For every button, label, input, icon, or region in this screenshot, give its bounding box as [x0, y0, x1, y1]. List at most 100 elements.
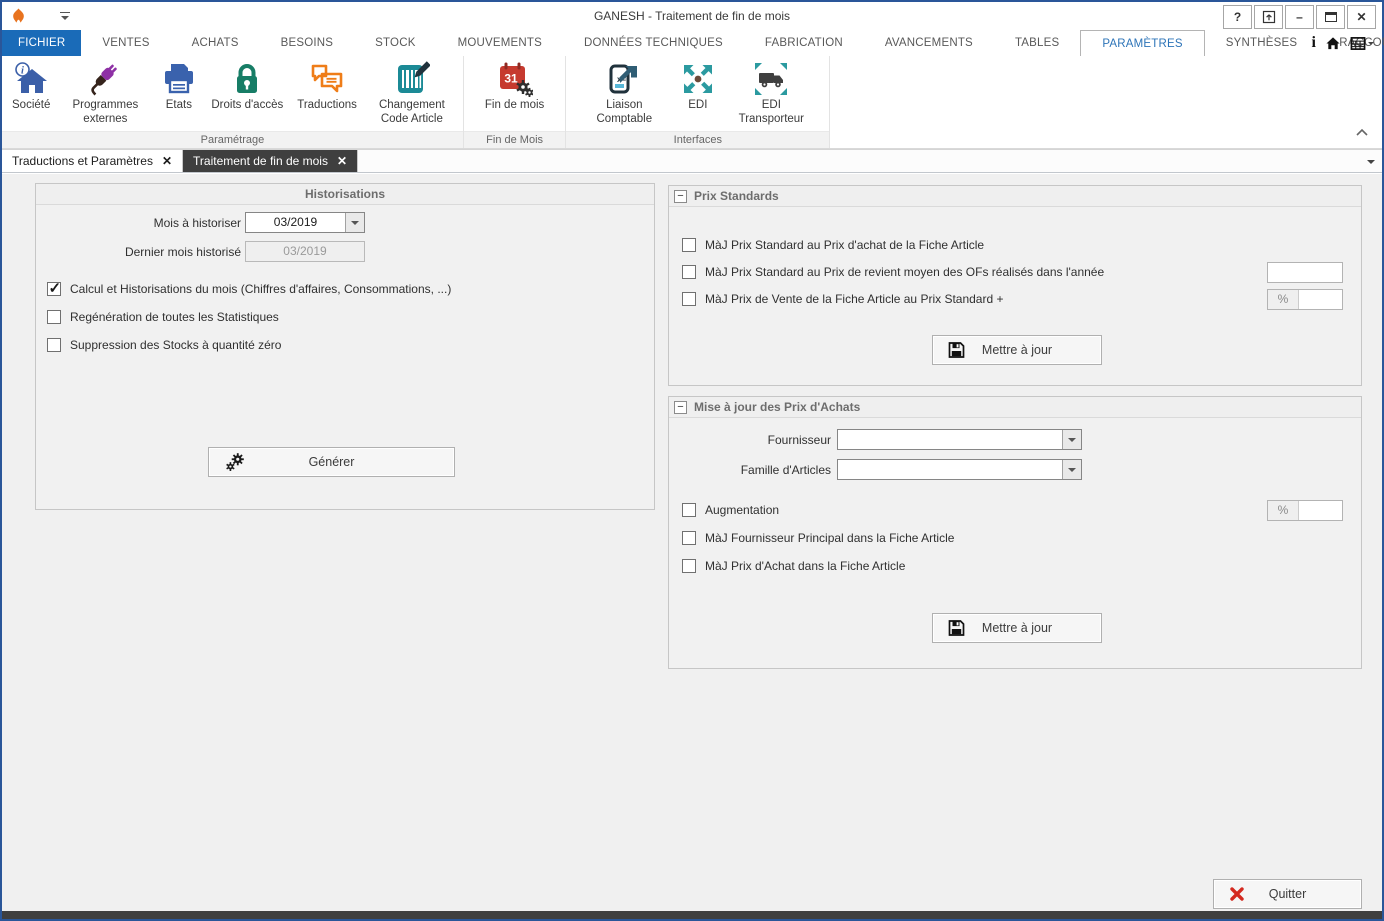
- title-bar: GANESH - Traitement de fin de mois ? – ✕: [2, 2, 1382, 30]
- ribbon-button-traductions[interactable]: Traductions: [290, 58, 364, 113]
- maj-prix-standard-achat-checkbox-row[interactable]: MàJ Prix Standard au Prix d'achat de la …: [682, 238, 984, 252]
- doc-tab-traitement-fin-de-mois[interactable]: Traitement de fin de mois ✕: [183, 150, 358, 172]
- ribbon-button-societe[interactable]: i Société: [5, 58, 57, 113]
- ribbon-button-label: Fin de mois: [485, 99, 544, 113]
- ribbon-button-etats[interactable]: Etats: [153, 58, 204, 113]
- prix-achats-panel: − Mise à jour des Prix d'Achats Fourniss…: [668, 396, 1362, 669]
- prix-revient-annee-input[interactable]: [1267, 262, 1343, 283]
- augmentation-percent-input[interactable]: [1299, 501, 1342, 520]
- checkbox[interactable]: [682, 238, 696, 252]
- checkbox[interactable]: [682, 265, 696, 279]
- ribbon-button-programmes-externes[interactable]: Programmes externes: [57, 58, 153, 127]
- calculator-menu-button[interactable]: [1350, 36, 1374, 51]
- maj-fournisseur-principal-checkbox-row[interactable]: MàJ Fournisseur Principal dans la Fiche …: [682, 531, 954, 545]
- tab-parametres[interactable]: PARAMÈTRES: [1080, 30, 1204, 56]
- checkbox-label: MàJ Fournisseur Principal dans la Fiche …: [705, 531, 954, 545]
- ribbon-button-fin-de-mois[interactable]: 31 Fin de mois: [478, 58, 551, 113]
- tab-fabrication[interactable]: FABRICATION: [744, 30, 864, 56]
- padlock-icon: [229, 60, 266, 97]
- help-button[interactable]: ?: [1223, 5, 1252, 29]
- svg-text:i: i: [21, 65, 24, 76]
- percent-label: %: [1268, 501, 1299, 520]
- chevron-down-icon: [1368, 42, 1374, 48]
- prix-vente-percent-input[interactable]: [1299, 290, 1342, 309]
- quitter-button[interactable]: Quitter: [1213, 879, 1362, 909]
- ribbon-button-label: Etats: [166, 99, 192, 113]
- famille-articles-value: [838, 460, 1062, 479]
- calendar-gears-icon: 31: [496, 60, 533, 97]
- checkbox[interactable]: [682, 531, 696, 545]
- pin-window-button[interactable]: [1254, 5, 1283, 29]
- collapse-panel-button[interactable]: −: [674, 190, 687, 203]
- mois-a-historiser-combobox[interactable]: 03/2019: [245, 212, 365, 233]
- ribbon-group-parametrage: i Société Programmes externes Etats: [2, 56, 464, 148]
- combobox-dropdown-button[interactable]: [1062, 430, 1081, 449]
- doc-tab-label: Traitement de fin de mois: [193, 154, 328, 168]
- tab-list-dropdown-icon[interactable]: [1367, 160, 1375, 168]
- doc-tab-traductions-parametres[interactable]: Traductions et Paramètres ✕: [2, 150, 183, 172]
- info-icon[interactable]: i: [1312, 34, 1316, 52]
- tab-stock[interactable]: STOCK: [354, 30, 436, 56]
- checkbox[interactable]: [47, 282, 61, 296]
- tab-achats[interactable]: ACHATS: [171, 30, 260, 56]
- home-icon[interactable]: [1325, 36, 1341, 51]
- ribbon-collapse-chevron-icon[interactable]: [1356, 128, 1368, 136]
- menu-tab-bar: FICHIER VENTES ACHATS BESOINS STOCK MOUV…: [2, 30, 1382, 56]
- maj-prix-achat-checkbox-row[interactable]: MàJ Prix d'Achat dans la Fiche Article: [682, 559, 905, 573]
- maj-prix-standard-revient-checkbox-row[interactable]: MàJ Prix Standard au Prix de revient moy…: [682, 265, 1104, 279]
- ribbon: i Société Programmes externes Etats: [2, 56, 1382, 149]
- mettre-a-jour-button-label: Mettre à jour: [982, 621, 1052, 635]
- gears-icon: [224, 451, 246, 473]
- tab-tables[interactable]: TABLES: [994, 30, 1080, 56]
- close-tab-icon[interactable]: ✕: [337, 154, 347, 168]
- ribbon-button-label: EDI Transporteur: [730, 99, 812, 127]
- famille-articles-combobox[interactable]: [837, 459, 1082, 480]
- prix-achats-mettre-a-jour-button[interactable]: Mettre à jour: [932, 613, 1102, 643]
- calcul-historisations-checkbox-row[interactable]: Calcul et Historisations du mois (Chiffr…: [47, 282, 451, 296]
- quitter-button-label: Quitter: [1269, 887, 1307, 901]
- window-title: GANESH - Traitement de fin de mois: [594, 9, 790, 23]
- maj-prix-vente-checkbox-row[interactable]: MàJ Prix de Vente de la Fiche Article au…: [682, 292, 1004, 306]
- checkbox-label: Suppression des Stocks à quantité zéro: [70, 338, 281, 352]
- tab-fichier[interactable]: FICHIER: [2, 30, 81, 56]
- checkbox[interactable]: [682, 559, 696, 573]
- regeneration-statistiques-checkbox-row[interactable]: Regénération de toutes les Statistiques: [47, 310, 279, 324]
- combobox-dropdown-button[interactable]: [1062, 460, 1081, 479]
- prix-standards-mettre-a-jour-button[interactable]: Mettre à jour: [932, 335, 1102, 365]
- mois-a-historiser-value: 03/2019: [246, 213, 345, 232]
- close-button[interactable]: ✕: [1347, 5, 1376, 29]
- ribbon-button-label: EDI: [688, 99, 707, 113]
- maximize-button[interactable]: [1316, 5, 1345, 29]
- suppression-stocks-checkbox-row[interactable]: Suppression des Stocks à quantité zéro: [47, 338, 281, 352]
- tab-donnees-techniques[interactable]: DONNÉES TECHNIQUES: [563, 30, 744, 56]
- tab-syntheses[interactable]: SYNTHÈSES: [1205, 30, 1318, 56]
- dernier-mois-historise-label: Dernier mois historisé: [36, 245, 241, 259]
- collapse-panel-button[interactable]: −: [674, 401, 687, 414]
- ribbon-button-liaison-comptable[interactable]: x= Liaison Comptable: [576, 58, 672, 127]
- tab-mouvements[interactable]: MOUVEMENTS: [437, 30, 563, 56]
- ribbon-button-changement-code-article[interactable]: Changement Code Article: [364, 58, 460, 127]
- ribbon-button-droits-acces[interactable]: Droits d'accès: [204, 58, 290, 113]
- ribbon-button-edi[interactable]: EDI: [672, 58, 723, 113]
- minimize-button[interactable]: –: [1285, 5, 1314, 29]
- checkbox[interactable]: [682, 503, 696, 517]
- quick-access-caret[interactable]: [60, 12, 70, 13]
- augmentation-checkbox-row[interactable]: Augmentation: [682, 503, 779, 517]
- historisations-panel-title: Historisations: [36, 184, 654, 205]
- tab-ventes[interactable]: VENTES: [81, 30, 170, 56]
- red-x-icon: [1229, 886, 1245, 902]
- close-tab-icon[interactable]: ✕: [162, 154, 172, 168]
- checkbox-label: MàJ Prix Standard au Prix d'achat de la …: [705, 238, 984, 252]
- ribbon-button-label: Droits d'accès: [211, 99, 283, 113]
- checkbox[interactable]: [47, 310, 61, 324]
- tab-avancements[interactable]: AVANCEMENTS: [864, 30, 994, 56]
- ribbon-group-fin-de-mois: 31 Fin de mois Fin de Mois: [464, 56, 566, 148]
- ribbon-group-label: Interfaces: [566, 131, 829, 148]
- ribbon-button-edi-transporteur[interactable]: EDI Transporteur: [723, 58, 819, 127]
- tab-besoins[interactable]: BESOINS: [260, 30, 355, 56]
- generer-button[interactable]: Générer: [208, 447, 455, 477]
- fournisseur-combobox[interactable]: [837, 429, 1082, 450]
- checkbox[interactable]: [47, 338, 61, 352]
- combobox-dropdown-button[interactable]: [345, 213, 364, 232]
- checkbox[interactable]: [682, 292, 696, 306]
